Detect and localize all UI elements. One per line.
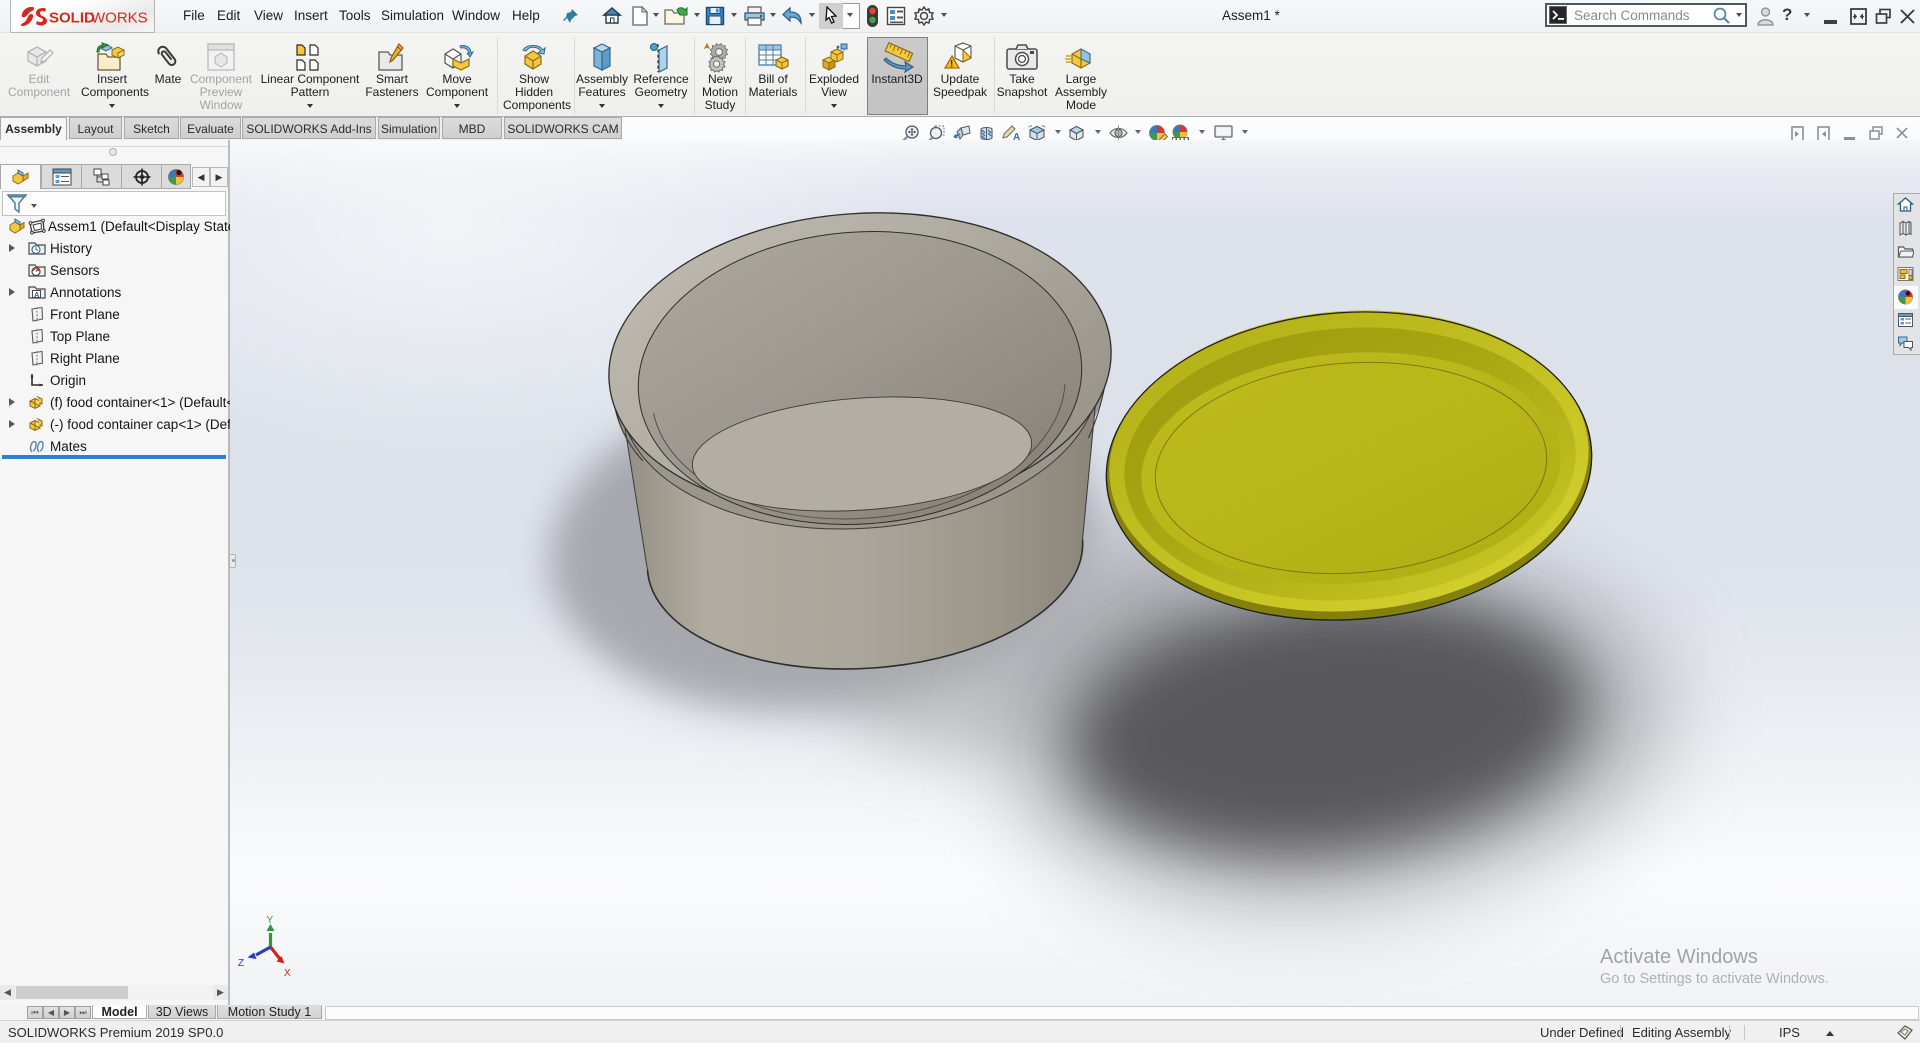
svg-text:X: X [284, 968, 291, 979]
svg-text:SOLID: SOLID [49, 10, 95, 27]
svg-text:A: A [34, 290, 40, 299]
svg-text:Y: Y [267, 915, 274, 926]
svg-text:!: ! [950, 59, 953, 70]
svg-text:Z: Z [238, 958, 244, 969]
svg-text:WORKS: WORKS [91, 10, 148, 27]
